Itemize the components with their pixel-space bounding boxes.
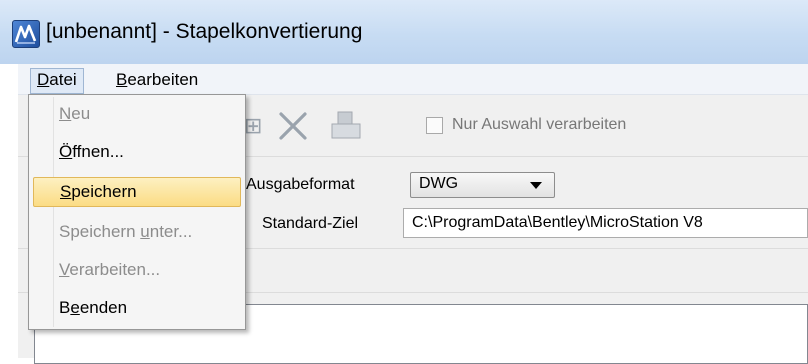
menu-item-neu[interactable]: Neu xyxy=(33,99,241,129)
menu-item-speichern-unter[interactable]: Speichern unter... xyxy=(33,217,241,247)
menu-item-mnemonic: S xyxy=(60,182,72,201)
only-selection-label: Nur Auswahl verarbeiten xyxy=(452,116,627,133)
menu-item-mnemonic: N xyxy=(59,104,72,123)
menu-bearbeiten-label: earbeiten xyxy=(127,70,199,89)
menu-item-speichern[interactable]: Speichern xyxy=(33,177,241,207)
menu-item-text: peichern xyxy=(71,182,137,201)
process-icon[interactable] xyxy=(328,108,364,149)
output-format-select[interactable]: DWG xyxy=(410,172,555,198)
menu-item-mnemonic: Ö xyxy=(59,142,73,161)
menu-item-text: enden xyxy=(79,298,128,317)
microstation-app-icon[interactable] xyxy=(12,20,40,48)
menu-item-text: ffnen... xyxy=(72,142,124,161)
chevron-down-icon xyxy=(530,182,542,189)
delete-icon[interactable] xyxy=(275,108,311,149)
menu-datei-label: atei xyxy=(49,70,77,89)
menu-bearbeiten-mnemonic: B xyxy=(116,70,128,89)
menu-datei[interactable]: Datei xyxy=(30,68,84,94)
output-format-value: DWG xyxy=(419,175,459,192)
output-format-label: Ausgabeformat xyxy=(246,176,355,193)
menu-datei-mnemonic: D xyxy=(37,70,50,89)
default-target-label: Standard-Ziel xyxy=(262,215,359,232)
menu-item-text: Speichern xyxy=(59,222,141,241)
menu-item-mnemonic: u xyxy=(140,222,150,241)
default-target-value: C:\ProgramData\Bentley\MicroStation V8 xyxy=(412,214,703,231)
only-selection-checkbox[interactable] xyxy=(426,117,443,134)
default-target-field[interactable]: C:\ProgramData\Bentley\MicroStation V8 xyxy=(403,208,808,238)
menu-item-mnemonic: e xyxy=(70,298,80,317)
window-title: [unbenannt] - Stapelkonvertierung xyxy=(46,20,363,43)
menu-bearbeiten[interactable]: Bearbeiten xyxy=(110,68,204,92)
menu-item-mnemonic: V xyxy=(59,260,70,279)
menu-item-oeffnen[interactable]: Öffnen... xyxy=(33,137,241,167)
menu-item-text: B xyxy=(59,298,71,317)
menu-item-verarbeiten[interactable]: Verarbeiten... xyxy=(33,255,241,285)
menu-item-text: eu xyxy=(71,104,91,123)
menu-item-text: erarbeiten... xyxy=(69,260,161,279)
menu-item-beenden[interactable]: Beenden xyxy=(33,293,241,323)
datei-menu: Neu Öffnen... Speichern Speichern unter.… xyxy=(28,94,246,330)
add-icon[interactable]: ⊞ xyxy=(244,112,262,140)
menu-item-text: nter... xyxy=(149,222,193,241)
